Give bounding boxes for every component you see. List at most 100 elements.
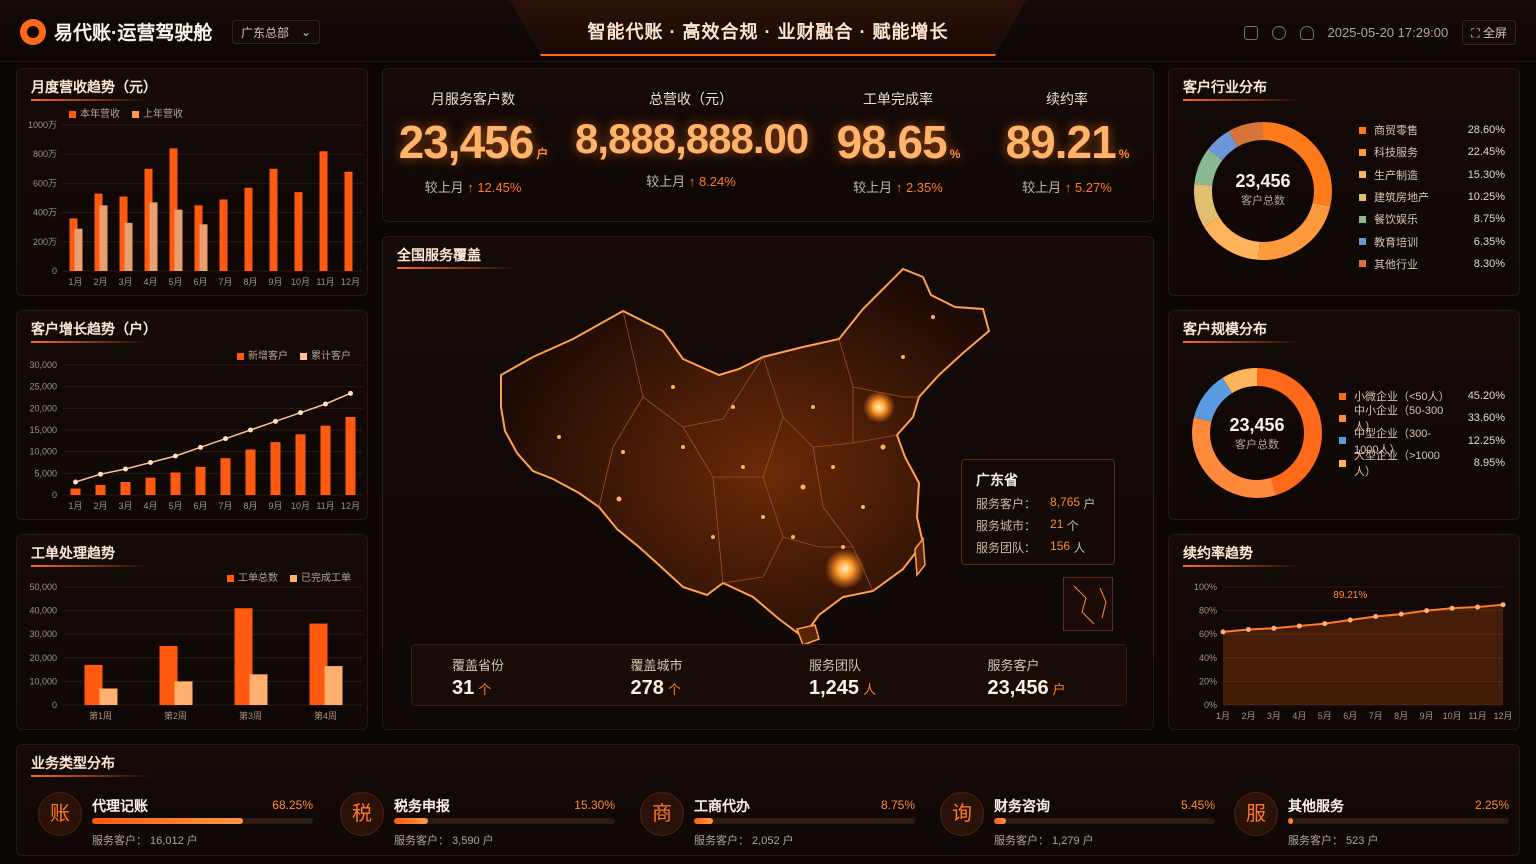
y-tick-label: 10,000 <box>29 676 57 686</box>
data-point <box>273 418 278 424</box>
data-point <box>223 436 228 442</box>
business-name: 其他服务 <box>1288 798 1344 814</box>
legend-value: 6.35% <box>1473 235 1505 248</box>
bar <box>99 688 118 705</box>
business-item[interactable]: 账代理记账 68.25% 服务客户： 16,012 户 <box>38 790 313 850</box>
y-tick-label: 200万 <box>33 237 57 247</box>
fullscreen-label: 全屏 <box>1482 26 1507 40</box>
bar <box>195 466 206 495</box>
data-point <box>248 427 253 433</box>
bar <box>199 224 208 271</box>
business-customers: 服务客户： 3,590 户 <box>394 835 494 847</box>
x-tick-label: 6月 <box>193 277 207 287</box>
kpi-customers: 月服务客户数 23,456 户 较上月 ↑ 12.45% <box>383 69 563 196</box>
x-tick-label: 5月 <box>1318 711 1332 721</box>
y-tick-label: 600万 <box>33 178 57 188</box>
kpi-cmp-label: 较上月 <box>1022 180 1062 195</box>
coverage-stats: 覆盖省份 31 个 覆盖城市 278 个 服务团队 1,245 人 服务客户 23,4… <box>411 644 1127 706</box>
scale-legend: 小微企业（<50人） 45.20% 中小企业（50-300人） 33.60% 中型企业（… <box>1339 385 1505 478</box>
bar <box>319 151 328 271</box>
trend-up-icon: ↑ <box>688 174 696 189</box>
x-tick-label: 9月 <box>268 277 282 287</box>
cloud-icon[interactable] <box>1299 25 1314 40</box>
center-value: 23,456 <box>1235 171 1291 191</box>
x-tick-label: 8月 <box>243 277 257 287</box>
x-tick-label: 4月 <box>1292 711 1306 721</box>
business-customers: 服务客户： 16,012 户 <box>92 835 198 847</box>
bar <box>344 171 353 271</box>
kpi-value: 98.65 <box>836 116 948 168</box>
china-map[interactable] <box>383 247 1153 647</box>
kpi-cmp: 8.24% <box>698 174 736 189</box>
bar <box>149 202 158 271</box>
data-point <box>173 453 178 459</box>
x-tick-label: 2月 <box>93 277 107 287</box>
hainan-island <box>795 624 820 646</box>
service-icon: 服 <box>1234 792 1278 836</box>
legend-value: 8.75% <box>1473 213 1505 226</box>
legend-item: 大型企业（>1000人） 8.95% <box>1339 450 1505 478</box>
datetime: 2025-05-20 17:29:00 <box>1327 25 1449 40</box>
brand: 易代账·运营驾驶舱 <box>20 18 212 45</box>
stat-unit: 个 <box>667 682 681 697</box>
x-tick-label: 第3周 <box>239 710 262 721</box>
x-tick-label: 12月 <box>341 277 360 287</box>
kpi-label: 续约率 <box>1046 91 1088 107</box>
stat-value: 1,245 <box>809 677 860 699</box>
bar <box>295 434 306 495</box>
y-tick-label: 60% <box>1199 629 1217 639</box>
team-icon: 询 <box>940 792 984 836</box>
stat-label: 覆盖城市 <box>630 658 683 673</box>
x-tick-label: 5月 <box>168 501 182 511</box>
legend-value: 45.20% <box>1467 390 1505 403</box>
business-progress <box>994 818 1215 824</box>
region-select[interactable]: 广东总部 ⌄ <box>232 20 320 44</box>
kpi-unit: 户 <box>536 147 548 161</box>
kpi-value: 89.21 <box>1005 116 1117 168</box>
business-item[interactable]: 税税务申报 15.30% 服务客户： 3,590 户 <box>340 790 615 850</box>
kpi-unit: % <box>949 147 961 161</box>
province-name: 广东省 <box>976 472 1018 488</box>
stat-unit: 个 <box>478 682 492 697</box>
top-bar: 易代账·运营驾驶舱 广东总部 ⌄ 智能代账 · 高效合规 · 业财融合 · 赋能… <box>0 0 1536 62</box>
industry-legend: 商贸零售 28.60% 科技服务 22.45% 生产制造 15.30% 建筑房地产 10.25… <box>1359 119 1505 275</box>
x-tick-label: 10月 <box>291 501 310 511</box>
business-pct: 5.45% <box>1180 798 1215 812</box>
legend-swatch <box>1359 260 1366 268</box>
y-tick-label: 20,000 <box>29 653 57 663</box>
legend-value: 22.45% <box>1467 146 1505 159</box>
kpi-renewal: 续约率 89.21% 较上月 ↑ 5.27% <box>991 69 1143 196</box>
kpi-completion: 工单完成率 98.65% 较上月 ↑ 2.35% <box>823 69 973 196</box>
legend-label: 大型企业（>1000人） <box>1354 450 1440 479</box>
file-icon[interactable] <box>1243 25 1258 40</box>
legend-label: 商贸零售 <box>1374 125 1418 138</box>
legend-value: 8.95% <box>1473 457 1505 470</box>
province-row: 服务城市： 21 个 <box>976 517 1079 533</box>
x-tick-label: 12月 <box>1493 711 1512 721</box>
business-item[interactable]: 询财务咨询 5.45% 服务客户： 1,279 户 <box>940 790 1215 850</box>
legend-label: 其他行业 <box>1374 258 1418 271</box>
x-tick-label: 10月 <box>291 277 310 287</box>
x-tick-label: 9月 <box>268 501 282 511</box>
business-item[interactable]: 商工商代办 8.75% 服务客户： 2,052 户 <box>640 790 915 850</box>
kpi-cmp: 2.35% <box>905 180 943 195</box>
bar <box>320 425 331 495</box>
bar <box>294 192 303 271</box>
data-point <box>198 444 203 450</box>
legend-value: 33.60% <box>1467 412 1505 425</box>
kpi-unit: % <box>1118 147 1130 161</box>
data-point <box>1373 614 1379 619</box>
data-point <box>148 460 153 465</box>
fullscreen-button[interactable]: ⛶ 全屏 <box>1462 20 1516 45</box>
business-item[interactable]: 服其他服务 2.25% 服务客户： 523 户 <box>1234 790 1509 850</box>
bar <box>245 449 256 495</box>
business-name: 工商代办 <box>694 798 750 814</box>
stat-label: 覆盖省份 <box>452 658 505 673</box>
south-sea-inset <box>1063 577 1113 631</box>
business-name: 税务申报 <box>394 798 450 814</box>
kpi-cmp-label: 较上月 <box>853 180 893 195</box>
share-icon[interactable] <box>1271 25 1286 40</box>
building-icon: 商 <box>640 792 684 836</box>
tickets-panel: 工单处理趋势 工单总数 已完成工单 0 10,000 20,000 30,000 40,… <box>16 534 368 730</box>
x-tick-label: 3月 <box>118 277 132 287</box>
